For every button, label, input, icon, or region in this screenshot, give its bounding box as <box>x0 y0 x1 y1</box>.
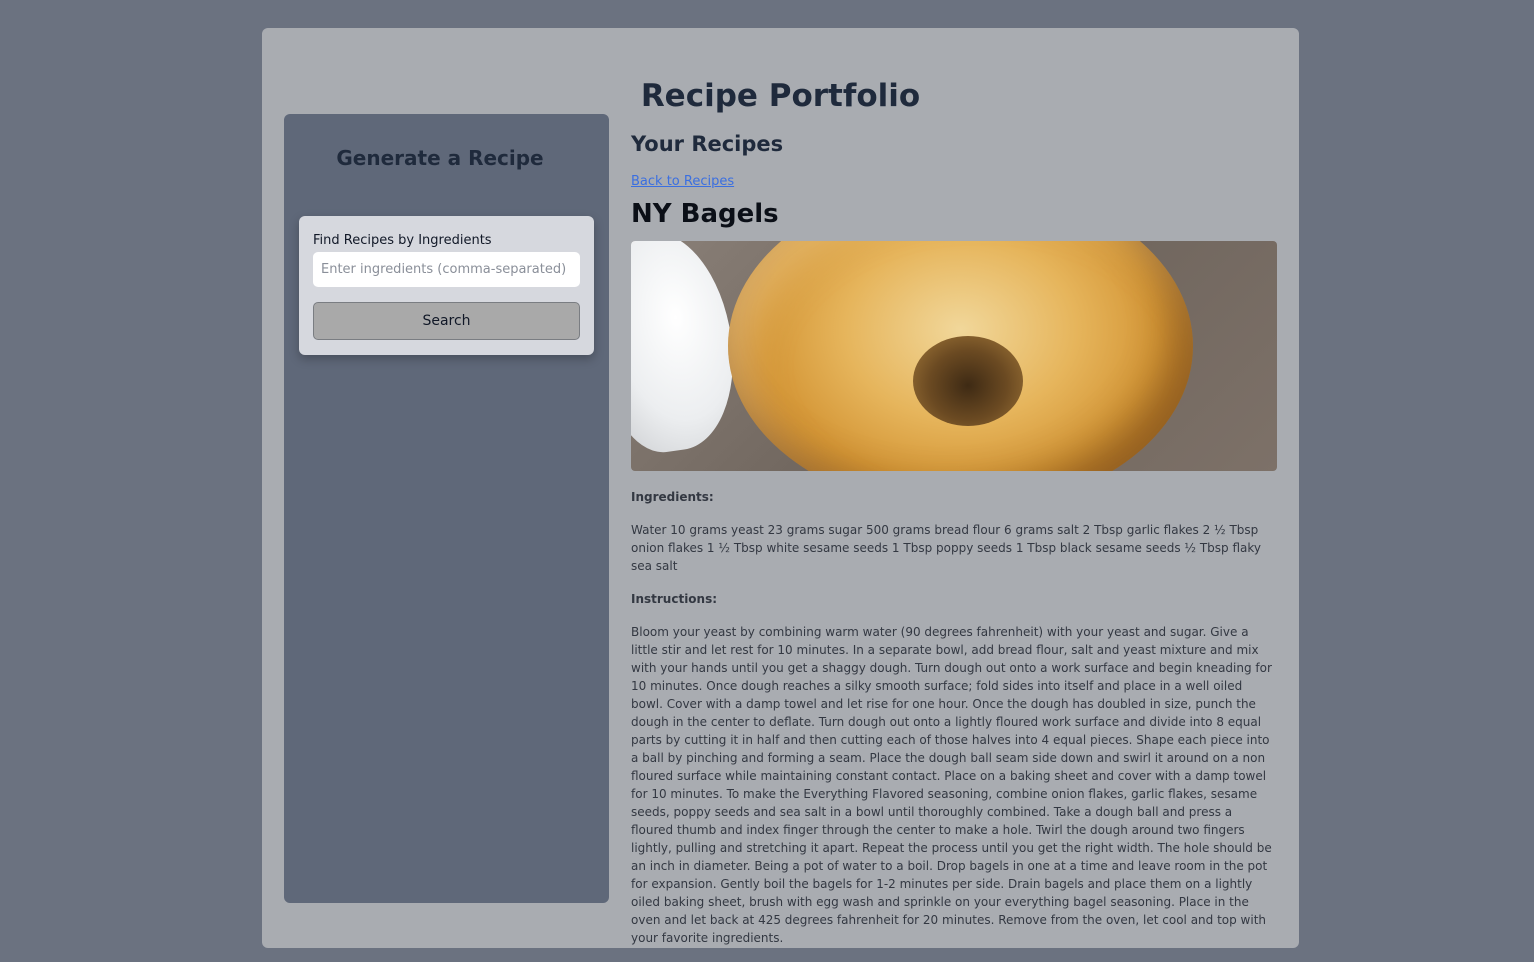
sidebar: Generate a Recipe Find Recipes by Ingred… <box>284 114 609 903</box>
ingredient-search-form: Find Recipes by Ingredients Search <box>299 216 594 355</box>
bagel-hole-graphic <box>913 336 1023 426</box>
section-title: Your Recipes <box>631 132 784 156</box>
recipe-detail: Your Recipes Back to Recipes NY Bagels I… <box>631 128 1277 962</box>
ingredients-input[interactable] <box>313 252 580 287</box>
instructions-label: Instructions: <box>631 592 718 606</box>
instructions-text: Bloom your yeast by combining warm water… <box>631 625 1272 945</box>
sidebar-title: Generate a Recipe <box>336 146 544 170</box>
search-button[interactable]: Search <box>313 302 580 340</box>
main-card: Recipe Portfolio Generate a Recipe Find … <box>262 28 1299 948</box>
ingredients-text: Water 10 grams yeast 23 grams sugar 500 … <box>631 523 1262 573</box>
recipe-title: NY Bagels <box>631 199 779 229</box>
back-to-recipes-link[interactable]: Back to Recipes <box>631 174 734 189</box>
page-title: Recipe Portfolio <box>640 78 921 114</box>
search-label: Find Recipes by Ingredients <box>313 233 492 248</box>
bagel-graphic <box>728 241 1193 471</box>
recipe-image <box>631 241 1277 471</box>
recipe-body: Ingredients: Water 10 grams yeast 23 gra… <box>631 488 1277 947</box>
ingredients-label: Ingredients: <box>631 490 714 504</box>
